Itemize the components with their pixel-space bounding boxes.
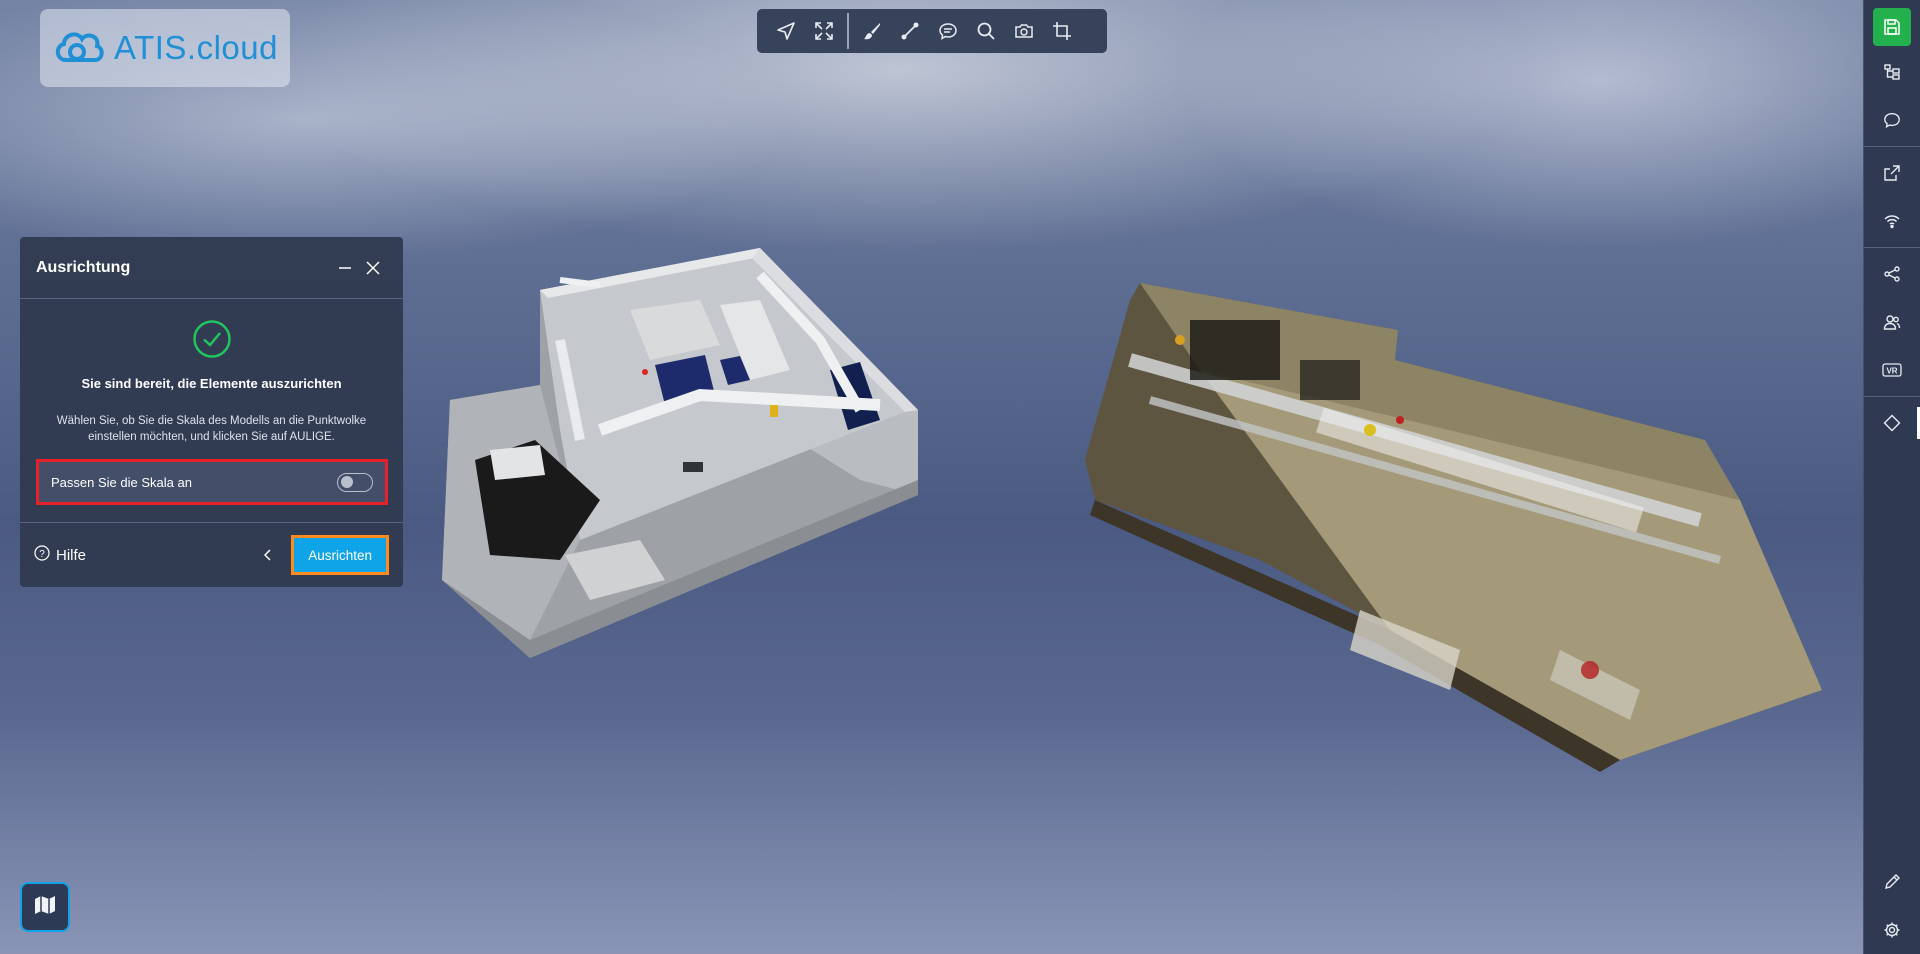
expand-icon[interactable] (805, 12, 843, 50)
diamond-icon[interactable] (1864, 399, 1920, 447)
logo-text: ATIS.cloud (114, 29, 278, 66)
top-toolbar (757, 9, 1107, 53)
vr-icon[interactable]: VR (1864, 346, 1920, 394)
scale-label: Passen Sie die Skala an (51, 474, 192, 490)
wifi-icon[interactable] (1864, 197, 1920, 245)
right-sidebar: VR (1863, 0, 1920, 954)
dialog-header: Ausrichtung (20, 237, 403, 299)
help-link[interactable]: ? Hilfe (34, 545, 255, 565)
svg-text:?: ? (39, 549, 45, 560)
sidebar-divider (1864, 396, 1920, 397)
vr-label: VR (1886, 367, 1897, 376)
app-logo: ATIS.cloud (40, 9, 290, 87)
align-button[interactable]: Ausrichten (291, 535, 389, 575)
bim-model[interactable] (442, 248, 918, 658)
dialog-title: Ausrichtung (36, 258, 131, 276)
cloud-logo-icon (52, 26, 106, 71)
scale-option-row: Passen Sie die Skala an (36, 459, 388, 505)
hierarchy-icon[interactable] (1864, 48, 1920, 96)
dialog-heading: Sie sind bereit, die Elemente auszuricht… (81, 376, 342, 391)
dialog-footer: ? Hilfe Ausrichten (20, 522, 403, 587)
comments-icon[interactable] (1864, 96, 1920, 144)
help-label: Hilfe (56, 546, 87, 564)
map-icon (34, 895, 56, 920)
toggle-knob (341, 475, 353, 488)
crop-icon[interactable] (1043, 12, 1081, 50)
comment-icon[interactable] (929, 12, 967, 50)
help-circle-icon: ? (34, 545, 50, 565)
sidebar-divider (1864, 247, 1920, 248)
check-circle-icon (20, 319, 403, 364)
external-link-icon[interactable] (1864, 149, 1920, 197)
brush-icon[interactable] (853, 12, 891, 50)
dialog-description: Wählen Sie, ob Sie die Skala des Modells… (56, 415, 367, 443)
navigate-arrow-icon[interactable] (767, 12, 805, 50)
pencil-icon[interactable] (1864, 858, 1920, 906)
chevron-left-icon[interactable] (255, 542, 281, 568)
3d-viewport[interactable]: ATIS.cloud Ausrichtung Sie sind bereit, … (0, 0, 1862, 954)
settings-icon[interactable] (1864, 906, 1920, 954)
share-icon[interactable] (1864, 250, 1920, 298)
search-icon[interactable] (967, 12, 1005, 50)
minimize-icon[interactable] (331, 254, 359, 282)
camera-icon[interactable] (1005, 12, 1043, 50)
save-icon[interactable] (1873, 8, 1911, 46)
users-icon[interactable] (1864, 298, 1920, 346)
alignment-dialog: Ausrichtung Sie sind bereit, die Element… (20, 237, 403, 587)
dialog-body: Sie sind bereit, die Elemente auszuricht… (20, 299, 403, 445)
map-toggle-button[interactable] (20, 882, 70, 932)
sidebar-bottom (1864, 858, 1920, 954)
sidebar-divider (1864, 146, 1920, 147)
scale-toggle[interactable] (337, 472, 373, 492)
measure-line-icon[interactable] (891, 12, 929, 50)
toolbar-divider (847, 13, 849, 49)
point-cloud[interactable] (1085, 283, 1822, 772)
close-icon[interactable] (359, 254, 387, 282)
